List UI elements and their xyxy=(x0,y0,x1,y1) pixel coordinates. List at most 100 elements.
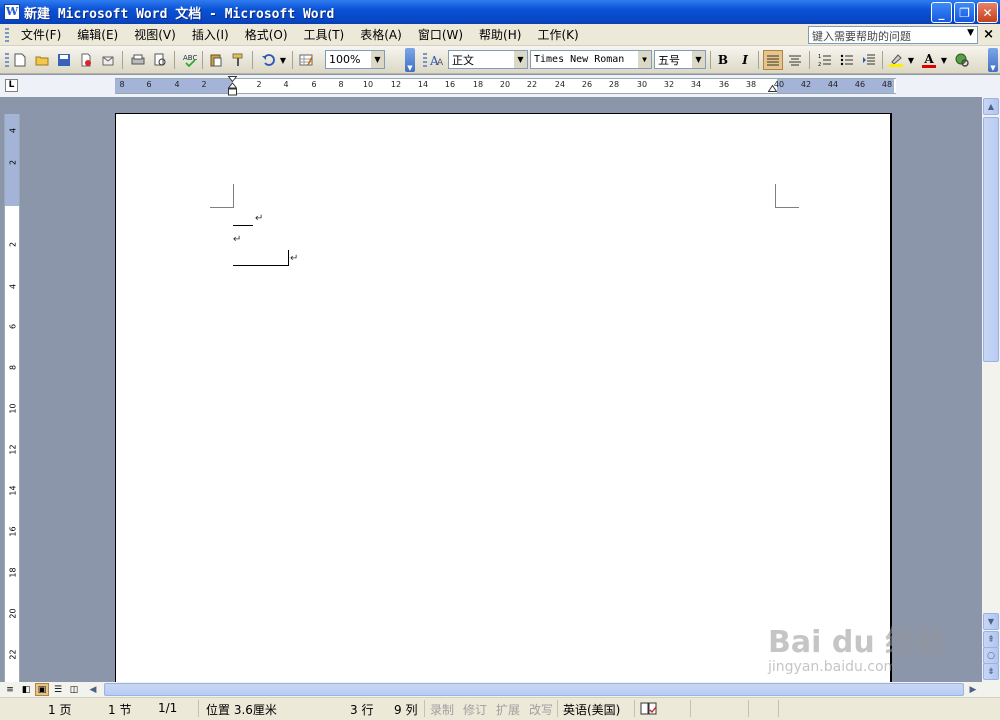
menu-window[interactable]: 窗口(W) xyxy=(410,26,471,43)
menu-bar: 文件(F) 编辑(E) 视图(V) 插入(I) 格式(O) 工具(T) 表格(A… xyxy=(0,24,1000,46)
print-preview-button[interactable] xyxy=(150,50,170,70)
undo-button[interactable] xyxy=(258,50,278,70)
print-button[interactable] xyxy=(128,50,148,70)
scroll-left-arrow-icon[interactable]: ◀ xyxy=(86,683,100,696)
ruler-label: 10 xyxy=(362,80,374,89)
status-language[interactable]: 英语(美国) xyxy=(563,701,620,718)
format-painter-button[interactable] xyxy=(228,50,248,70)
styles-pane-button[interactable]: AA xyxy=(427,50,447,70)
bullets-button[interactable] xyxy=(837,50,857,70)
spelling-grammar-status-icon[interactable] xyxy=(640,701,658,716)
ruler-label: 36 xyxy=(718,80,730,89)
status-extend-selection[interactable]: 扩展 xyxy=(496,701,520,718)
minimize-button[interactable]: _ xyxy=(931,2,952,23)
style-dropdown-arrow-icon[interactable]: ▼ xyxy=(514,51,527,68)
numbering-button[interactable]: 12 xyxy=(815,50,835,70)
print-layout-view-icon[interactable]: ▣ xyxy=(35,683,49,696)
save-button[interactable] xyxy=(54,50,74,70)
help-question-input[interactable]: 键入需要帮助的问题 ▼ xyxy=(808,26,978,44)
reading-layout-view-icon[interactable]: ◫ xyxy=(67,683,81,696)
ruler-label: 8 xyxy=(119,80,125,89)
formatting-overflow-chevron-icon[interactable]: ▼ xyxy=(988,48,998,72)
close-button[interactable]: ✕ xyxy=(977,2,998,23)
align-center-button[interactable] xyxy=(785,50,805,70)
paragraph-mark: ↵ xyxy=(233,234,242,245)
menu-format[interactable]: 格式(O) xyxy=(237,26,296,43)
status-record-macro[interactable]: 录制 xyxy=(430,701,454,718)
justify-button[interactable] xyxy=(763,50,783,70)
right-indent-marker-icon[interactable] xyxy=(768,84,777,92)
next-page-icon[interactable]: ⇟ xyxy=(983,663,999,680)
menubar-grip-handle[interactable] xyxy=(5,27,9,42)
document-page[interactable]: ↵ ↵ ↵ xyxy=(115,113,892,682)
highlight-button[interactable] xyxy=(886,50,906,70)
new-document-button[interactable] xyxy=(10,50,30,70)
toolbar-grip-handle[interactable] xyxy=(5,53,9,67)
undo-dropdown-arrow-icon[interactable]: ▼ xyxy=(278,50,288,70)
status-overtype[interactable]: 改写 xyxy=(529,701,553,718)
tab-selector[interactable]: L xyxy=(5,79,18,92)
ruler-label: 2 xyxy=(201,80,207,89)
vertical-ruler[interactable]: 4 2 2 4 6 8 10 12 14 16 18 20 22 xyxy=(4,114,20,682)
normal-view-icon[interactable]: ≡ xyxy=(3,683,17,696)
spelling-button[interactable]: ABC xyxy=(180,50,200,70)
scroll-right-arrow-icon[interactable]: ▶ xyxy=(966,683,980,696)
style-select[interactable]: 正文 ▼ xyxy=(448,50,528,69)
font-color-dropdown-arrow-icon[interactable]: ▼ xyxy=(939,50,949,70)
horizontal-ruler[interactable]: 8 6 4 2 2 4 6 8 10 12 14 16 18 20 22 24 … xyxy=(115,76,896,96)
menu-tools[interactable]: 工具(T) xyxy=(296,26,353,43)
menu-table[interactable]: 表格(A) xyxy=(352,26,410,43)
horizontal-scroll-thumb[interactable] xyxy=(104,683,964,696)
font-select[interactable]: Times New Roman ▼ xyxy=(530,50,652,69)
menu-work[interactable]: 工作(K) xyxy=(529,26,586,43)
status-line: 3 行 xyxy=(350,703,374,717)
title-bar: W 新建 Microsoft Word 文档 - Microsoft Word … xyxy=(0,0,1000,24)
menu-file[interactable]: 文件(F) xyxy=(13,26,69,43)
highlight-dropdown-arrow-icon[interactable]: ▼ xyxy=(906,50,916,70)
previous-page-icon[interactable]: ⇞ xyxy=(983,631,999,648)
restore-button[interactable]: ❐ xyxy=(954,2,975,23)
status-track-changes[interactable]: 修订 xyxy=(463,701,487,718)
paste-button[interactable] xyxy=(206,50,226,70)
outline-view-icon[interactable]: ☰ xyxy=(51,683,65,696)
word-app-icon[interactable]: W xyxy=(4,4,20,20)
scroll-down-arrow-icon[interactable]: ▼ xyxy=(983,613,999,630)
research-button[interactable] xyxy=(952,50,972,70)
insert-table-button[interactable] xyxy=(296,50,316,70)
bold-button[interactable]: B xyxy=(714,50,732,70)
vertical-scroll-thumb[interactable] xyxy=(983,117,999,362)
help-dropdown-arrow-icon[interactable]: ▼ xyxy=(967,28,974,42)
document-close-button[interactable]: × xyxy=(983,27,994,42)
font-dropdown-arrow-icon[interactable]: ▼ xyxy=(638,51,651,68)
vertical-scrollbar[interactable]: ▲ ▼ ⇞ ○ ⇟ xyxy=(982,97,1000,682)
font-color-button[interactable]: A xyxy=(920,50,938,70)
ruler-label: 32 xyxy=(663,80,675,89)
status-position: 位置 3.6厘米 xyxy=(206,703,277,717)
font-size-select[interactable]: 五号 ▼ xyxy=(654,50,706,69)
open-button[interactable] xyxy=(32,50,52,70)
ruler-label: 34 xyxy=(690,80,702,89)
svg-text:1: 1 xyxy=(818,54,821,60)
underline-blank-1[interactable] xyxy=(233,225,253,226)
select-browse-object-icon[interactable]: ○ xyxy=(983,647,999,664)
ruler-label: 2 xyxy=(256,80,262,89)
highlighter-icon xyxy=(889,54,903,67)
decrease-indent-button[interactable] xyxy=(859,50,879,70)
permission-button[interactable] xyxy=(76,50,96,70)
web-layout-view-icon[interactable]: ◧ xyxy=(19,683,33,696)
menu-help[interactable]: 帮助(H) xyxy=(471,26,529,43)
underline-blank-2[interactable] xyxy=(233,265,288,266)
printer-icon xyxy=(131,54,145,65)
left-indent-marker-icon[interactable] xyxy=(228,76,237,98)
toolbar-overflow-chevron-icon[interactable]: ▼ xyxy=(405,48,415,72)
zoom-select[interactable]: 100% ▼ xyxy=(325,50,385,69)
scroll-up-arrow-icon[interactable]: ▲ xyxy=(983,98,999,115)
menu-edit[interactable]: 编辑(E) xyxy=(69,26,126,43)
italic-button[interactable]: I xyxy=(736,50,754,70)
font-size-dropdown-arrow-icon[interactable]: ▼ xyxy=(692,51,705,68)
email-button[interactable] xyxy=(98,50,118,70)
menu-insert[interactable]: 插入(I) xyxy=(184,26,237,43)
menu-view[interactable]: 视图(V) xyxy=(126,26,184,43)
zoom-dropdown-arrow-icon[interactable]: ▼ xyxy=(371,51,384,68)
toolbar-separator xyxy=(809,51,810,69)
